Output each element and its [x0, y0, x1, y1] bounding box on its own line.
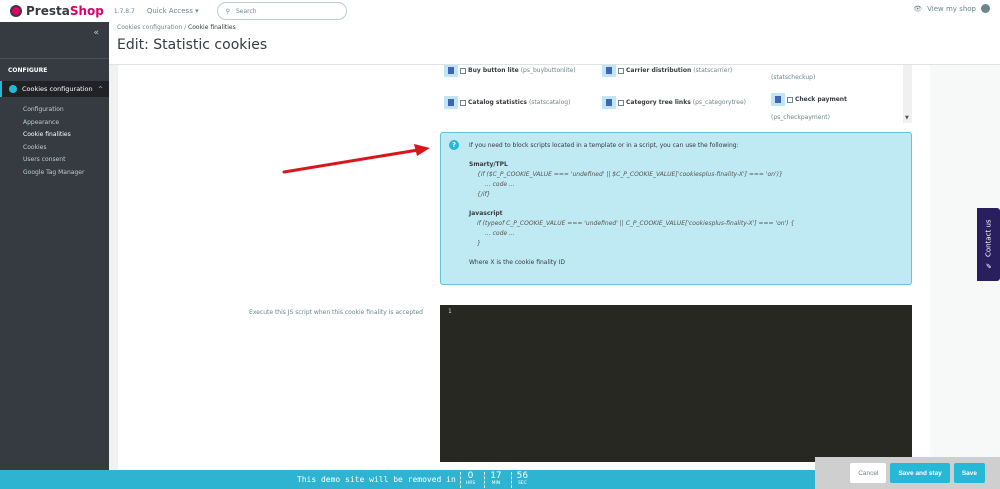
module-checkbox[interactable]: [460, 67, 466, 74]
info-footer: Where X is the cookie finality ID: [469, 259, 566, 266]
module-item: Category tree links (ps_categorytree): [602, 96, 746, 109]
module-name: Catalog statistics: [468, 99, 527, 106]
breadcrumb-item[interactable]: Cookies configuration: [117, 24, 182, 31]
js-script-label: Execute this JS script when this cookie …: [249, 309, 423, 316]
quick-access-dropdown[interactable]: Quick Access ▾: [147, 7, 199, 15]
module-code: (statscatalog): [528, 99, 571, 106]
module-icon: [444, 96, 458, 109]
module-name: Carrier distribution: [626, 67, 692, 74]
module-icon: [602, 96, 616, 109]
js-code-line: }: [477, 240, 481, 247]
demo-text: This demo site will be removed in: [296, 475, 456, 484]
save-and-stay-button[interactable]: Save and stay: [890, 463, 950, 483]
countdown-hours: 0 HRS: [459, 470, 480, 488]
module-checkbox[interactable]: [460, 99, 466, 106]
module-item: Catalog statistics (statscatalog): [444, 96, 570, 109]
module-icon: [771, 93, 785, 106]
module-checkbox[interactable]: [618, 67, 624, 74]
module-name: Check payment: [795, 96, 847, 103]
sidebar-item-users-consent[interactable]: Users consent: [23, 154, 84, 167]
module-checkbox[interactable]: [618, 99, 624, 106]
minutes-label: MIN: [491, 480, 501, 486]
module-item: Carrier distribution (statscarrier): [602, 65, 732, 77]
top-bar: PrestaShop 1.7.8.7 Quick Access ▾ ⚲ Searc…: [0, 0, 1000, 22]
chevron-up-icon: ^: [97, 85, 103, 93]
search-icon: ⚲: [225, 7, 230, 15]
seconds-label: SEC: [517, 480, 527, 486]
search-placeholder: Search: [236, 7, 257, 15]
modules-list: Buy button lite (ps_buybuttonlite) Carri…: [440, 65, 912, 123]
modules-scrollbar[interactable]: ▼: [903, 65, 912, 123]
module-item: Check payment: [771, 93, 847, 106]
module-name: Buy button lite: [468, 67, 519, 74]
countdown-minutes: 17 MIN: [484, 470, 506, 488]
hours-label: HRS: [465, 480, 476, 486]
hours-value: 0: [467, 470, 474, 481]
scroll-down-icon[interactable]: ▼: [905, 115, 909, 121]
minutes-value: 17: [490, 470, 502, 481]
smarty-code-line: {if ($C_P_COOKIE_VALUE === 'undefined' |…: [477, 171, 783, 178]
sidebar-item-label: Cookies configuration: [22, 85, 93, 93]
breadcrumb: Cookies configuration / Cookie finalitie…: [117, 24, 236, 31]
sidebar-item-cookies[interactable]: Cookies: [23, 142, 84, 155]
prestashop-logo[interactable]: PrestaShop 1.7.8.7: [10, 4, 135, 18]
js-title: Javascript: [469, 210, 503, 217]
smarty-code-line: {/if}: [477, 191, 491, 198]
logo-icon: [10, 5, 22, 17]
view-shop-link[interactable]: 👁 View my shop: [913, 4, 990, 13]
search-input[interactable]: ⚲ Search: [216, 2, 347, 20]
module-checkbox[interactable]: [787, 96, 793, 103]
breadcrumb-current: Cookie finalities: [188, 24, 236, 31]
page-header: Cookies configuration / Cookie finalitie…: [109, 22, 1000, 65]
contact-label: Contact us: [984, 219, 993, 258]
page-title: Edit: Statistic cookies: [117, 37, 268, 53]
line-number: 1: [448, 308, 452, 315]
seconds-value: 56: [516, 470, 529, 481]
info-intro: If you need to block scripts located in …: [469, 142, 739, 149]
js-code-editor[interactable]: 1: [440, 305, 912, 462]
module-code: (ps_buybuttonlite): [520, 67, 576, 74]
view-shop-label: View my shop: [927, 4, 976, 13]
smarty-code-line: ... code ...: [485, 181, 515, 188]
form-actions: Cancel Save and stay Save: [815, 457, 1000, 489]
module-code: (statscheckup): [771, 74, 816, 81]
sidebar-item-cookies-configuration[interactable]: Cookies configuration ^: [0, 81, 109, 97]
countdown-seconds: 56 SEC: [510, 470, 533, 488]
module-name: Category tree links: [626, 99, 691, 106]
user-avatar-icon[interactable]: [981, 4, 990, 13]
sidebar-item-google-tag-manager[interactable]: Google Tag Manager: [23, 167, 84, 180]
sidebar-item-appearance[interactable]: Appearance: [23, 117, 84, 130]
cookie-icon: [9, 85, 17, 93]
help-icon: ?: [449, 140, 459, 150]
save-button[interactable]: Save: [953, 463, 985, 483]
collapse-sidebar-icon[interactable]: «: [93, 28, 99, 38]
js-code-line: if (typeof C_P_COOKIE_VALUE === 'undefin…: [477, 220, 795, 227]
sidebar-item-configuration[interactable]: Configuration: [23, 104, 84, 117]
module-code: (ps_checkpayment): [771, 114, 830, 121]
module-icon: [602, 65, 616, 77]
info-alert: ? If you need to block scripts located i…: [440, 132, 912, 285]
sidebar-item-cookie-finalities[interactable]: Cookie finalities: [23, 129, 84, 142]
module-icon: [444, 65, 458, 77]
js-code-line: ... code ...: [485, 230, 515, 237]
module-code: (ps_categorytree): [692, 99, 746, 106]
contact-us-tab[interactable]: ✎ Contact us: [977, 208, 1000, 281]
sidebar-section-configure: CONFIGURE: [0, 58, 109, 74]
module-code: (statscarrier): [693, 67, 733, 74]
pencil-icon: ✎: [984, 261, 993, 270]
brand-a: Presta: [26, 4, 70, 18]
smarty-title: Smarty/TPL: [469, 161, 508, 168]
version: 1.7.8.7: [113, 7, 135, 15]
module-item: Buy button lite (ps_buybuttonlite): [444, 65, 576, 77]
cancel-button[interactable]: Cancel: [850, 463, 887, 483]
sidebar: « CONFIGURE Cookies configuration ^ Confi…: [0, 22, 109, 489]
brand-b: Shop: [69, 4, 104, 18]
eye-icon: 👁: [913, 4, 923, 13]
